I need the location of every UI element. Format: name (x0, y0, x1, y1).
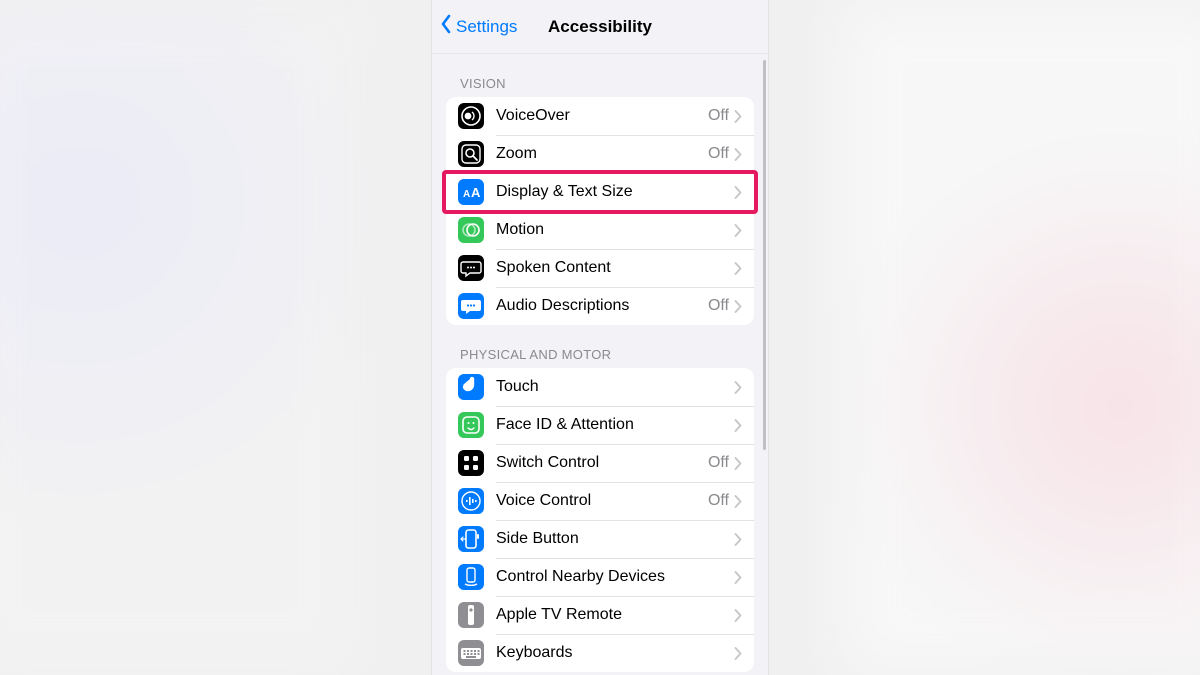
row-status: Off (708, 454, 729, 472)
chevron-right-icon (734, 186, 742, 199)
row-label: Audio Descriptions (496, 297, 708, 315)
row-label: Display & Text Size (496, 183, 734, 201)
background-blur-right (840, 0, 1200, 675)
row-faceid[interactable]: Face ID & Attention (446, 406, 754, 444)
chevron-right-icon (734, 224, 742, 237)
row-label: Voice Control (496, 492, 708, 510)
voice-control-icon (458, 488, 484, 514)
row-status: Off (708, 107, 729, 125)
scroll-indicator (763, 60, 766, 450)
svg-text:A: A (471, 185, 481, 200)
row-touch[interactable]: Touch (446, 368, 754, 406)
nearby-icon (458, 564, 484, 590)
side-button-icon (458, 526, 484, 552)
row-label: Zoom (496, 145, 708, 163)
appletv-icon (458, 602, 484, 628)
zoom-icon (458, 141, 484, 167)
motion-icon (458, 217, 484, 243)
row-label: Touch (496, 378, 734, 396)
chevron-right-icon (734, 148, 742, 161)
navigation-bar: Settings Accessibility (432, 0, 768, 54)
chevron-right-icon (734, 571, 742, 584)
row-label: VoiceOver (496, 107, 708, 125)
touch-icon (458, 374, 484, 400)
chevron-right-icon (734, 381, 742, 394)
row-label: Apple TV Remote (496, 606, 734, 624)
chevron-right-icon (734, 300, 742, 313)
row-label: Side Button (496, 530, 734, 548)
back-label: Settings (456, 17, 517, 37)
row-label: Face ID & Attention (496, 416, 734, 434)
text-size-icon: AA (458, 179, 484, 205)
chevron-right-icon (734, 262, 742, 275)
row-switch-control[interactable]: Switch ControlOff (446, 444, 754, 482)
settings-group: TouchFace ID & AttentionSwitch ControlOf… (446, 368, 754, 672)
row-label: Control Nearby Devices (496, 568, 734, 586)
switch-icon (458, 450, 484, 476)
chevron-right-icon (734, 609, 742, 622)
row-audio-desc[interactable]: Audio DescriptionsOff (446, 287, 754, 325)
chevron-right-icon (734, 495, 742, 508)
row-status: Off (708, 145, 729, 163)
chevron-right-icon (734, 419, 742, 432)
row-label: Spoken Content (496, 259, 734, 277)
row-label: Keyboards (496, 644, 734, 662)
row-label: Motion (496, 221, 734, 239)
section-header: VISION (432, 54, 768, 97)
chevron-left-icon (440, 14, 456, 39)
row-side-button[interactable]: Side Button (446, 520, 754, 558)
chevron-right-icon (734, 110, 742, 123)
row-status: Off (708, 492, 729, 510)
faceid-icon (458, 412, 484, 438)
settings-scroll-area[interactable]: VISIONVoiceOverOffZoomOffAADisplay & Tex… (432, 54, 768, 675)
row-status: Off (708, 297, 729, 315)
row-keyboards[interactable]: Keyboards (446, 634, 754, 672)
voiceover-icon (458, 103, 484, 129)
section-header: PHYSICAL AND MOTOR (432, 325, 768, 368)
back-button[interactable]: Settings (440, 14, 517, 39)
chevron-right-icon (734, 533, 742, 546)
row-voice-control[interactable]: Voice ControlOff (446, 482, 754, 520)
chevron-right-icon (734, 647, 742, 660)
row-nearby[interactable]: Control Nearby Devices (446, 558, 754, 596)
row-label: Switch Control (496, 454, 708, 472)
audio-desc-icon (458, 293, 484, 319)
row-zoom[interactable]: ZoomOff (446, 135, 754, 173)
row-appletv[interactable]: Apple TV Remote (446, 596, 754, 634)
settings-group: VoiceOverOffZoomOffAADisplay & Text Size… (446, 97, 754, 325)
phone-frame: Settings Accessibility VISIONVoiceOverOf… (432, 0, 768, 675)
background-blur-left (0, 0, 360, 675)
chevron-right-icon (734, 457, 742, 470)
row-motion[interactable]: Motion (446, 211, 754, 249)
row-voiceover[interactable]: VoiceOverOff (446, 97, 754, 135)
row-spoken-content[interactable]: Spoken Content (446, 249, 754, 287)
row-display-text[interactable]: AA Display & Text Size (446, 173, 754, 211)
spoken-icon (458, 255, 484, 281)
svg-text:A: A (463, 189, 470, 200)
keyboard-icon (458, 640, 484, 666)
